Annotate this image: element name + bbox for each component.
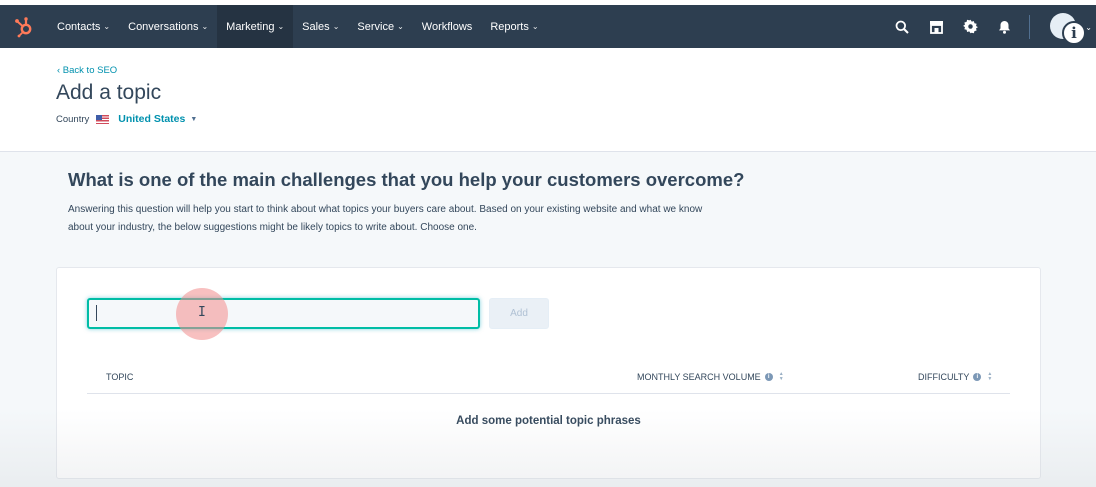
country-dropdown[interactable]: United States ▼	[118, 113, 197, 125]
nav-item-label[interactable]: Contacts	[57, 21, 100, 33]
nav-item-marketing[interactable]: Marketing ⌄	[217, 5, 294, 48]
back-to-seo-link[interactable]: ‹ Back to SEO	[57, 65, 117, 76]
nav-item-label[interactable]: Sales	[302, 21, 330, 33]
global-nav: Contacts ⌄ Conversations ⌄ Marketing ⌄ Sales ⌄ S…	[0, 5, 1096, 48]
helper-text-line-2: about your industry, the below suggestio…	[68, 221, 477, 233]
chevron-down-icon[interactable]: ⌄	[333, 22, 340, 31]
nav-item-label[interactable]: Conversations	[128, 21, 198, 33]
nav-item-label[interactable]: Marketing	[226, 21, 274, 33]
info-icon[interactable]: i	[973, 373, 982, 381]
account-menu[interactable]: i ⌄	[1040, 5, 1096, 48]
page-header: ‹ Back to SEO Add a topic Country United…	[0, 48, 1096, 152]
chevron-down-icon[interactable]: ⌄	[103, 22, 110, 31]
info-icon[interactable]: i	[764, 373, 773, 381]
nav-menu: Contacts ⌄ Conversations ⌄ Marketing ⌄ Sales ⌄ S…	[48, 5, 548, 48]
nav-item-service[interactable]: Service ⌄	[348, 5, 412, 48]
column-header-difficulty[interactable]: DIFFICULTY i ▲ ▼	[918, 372, 992, 383]
nav-item-contacts[interactable]: Contacts ⌄	[48, 5, 119, 48]
us-flag-icon	[96, 114, 110, 124]
nav-item-conversations[interactable]: Conversations ⌄	[119, 5, 217, 48]
chevron-down-icon[interactable]: ⌄	[532, 22, 539, 31]
country-value[interactable]: United States	[118, 113, 185, 125]
settings-icon[interactable]	[953, 5, 987, 48]
column-header-label: TOPIC	[106, 372, 134, 382]
marketplace-icon[interactable]	[919, 5, 953, 48]
column-header-topic: TOPIC	[106, 372, 133, 382]
column-header-monthly-search-volume[interactable]: MONTHLY SEARCH VOLUME i ▲ ▼	[637, 372, 784, 383]
chevron-down-icon[interactable]: ⌄	[277, 22, 284, 31]
nav-item-workflows[interactable]: Workflows	[413, 5, 482, 48]
country-label: Country	[56, 113, 90, 125]
nav-item-reports[interactable]: Reports ⌄	[481, 5, 547, 48]
nav-utilities: i ⌄	[885, 5, 1096, 48]
text-cursor	[96, 305, 97, 321]
helper-text-line-1: Answering this question will help you st…	[68, 204, 703, 215]
nav-item-label[interactable]: Reports	[490, 21, 529, 33]
chevron-down-icon[interactable]: ⌄	[397, 22, 404, 31]
table-divider	[87, 393, 1010, 394]
country-selector: Country United States ▼	[56, 113, 197, 125]
empty-state-message: Add some potential topic phrases	[456, 415, 641, 427]
topic-input[interactable]	[87, 298, 480, 329]
helper-text: Answering this question will help you st…	[68, 201, 788, 236]
nav-item-label[interactable]: Workflows	[422, 21, 473, 33]
nav-item-sales[interactable]: Sales ⌄	[293, 5, 348, 48]
sort-icon[interactable]: ▲ ▼	[779, 372, 784, 382]
sort-icon[interactable]: ▲ ▼	[987, 372, 992, 382]
notifications-icon[interactable]	[987, 5, 1021, 48]
hubspot-logo-icon[interactable]	[0, 5, 48, 48]
search-icon[interactable]	[885, 5, 919, 48]
caret-down-icon[interactable]: ▼	[190, 116, 197, 123]
nav-item-label[interactable]: Service	[357, 21, 394, 33]
add-button[interactable]: Add	[489, 298, 549, 329]
challenge-question: What is one of the main challenges that …	[68, 169, 745, 190]
info-icon[interactable]: i	[1062, 21, 1086, 45]
chevron-down-icon[interactable]: ⌄	[201, 22, 208, 31]
chevron-down-icon[interactable]: ⌄	[1085, 23, 1092, 32]
ibeam-cursor-icon: I	[198, 305, 206, 320]
column-header-label[interactable]: MONTHLY SEARCH VOLUME	[637, 372, 761, 382]
nav-divider	[1029, 14, 1030, 39]
column-header-label[interactable]: DIFFICULTY	[918, 372, 969, 382]
page-title: Add a topic	[56, 81, 162, 104]
topic-card: I Add TOPIC MONTHLY SEARCH VOLUME i ▲ ▼ D…	[56, 267, 1041, 479]
